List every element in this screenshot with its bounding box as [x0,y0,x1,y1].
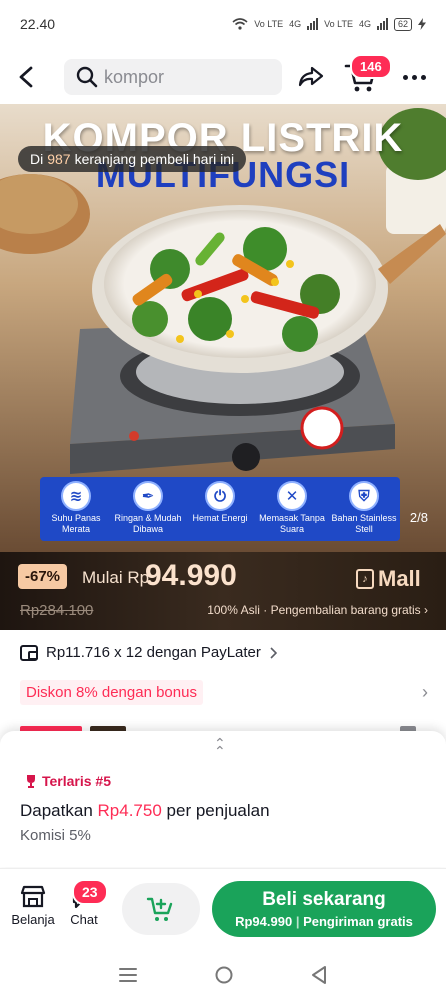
search-icon [76,66,98,88]
bottom-action-bar: Belanja Chat 23 Beli sekarang Rp94.990 |… [0,868,446,950]
mute-icon: ✕ [277,481,307,511]
current-price: 94.990 [145,559,237,592]
buyers-suffix: keranjang pembeli hari ini [74,151,235,167]
discount-badge: -67% [18,564,68,589]
more-options-button[interactable] [398,64,430,90]
original-price: Rp284.100 [20,602,94,619]
bonus-discount-row[interactable]: Diskon 8% dengan bonus › [20,680,430,708]
search-input[interactable]: kompor [64,59,282,95]
paylater-row[interactable]: Rp11.716 x 12 dengan PayLater [20,644,277,661]
bonus-discount-tag: Diskon 8% dengan bonus [20,680,203,705]
battery-icon: 62 [393,17,412,31]
status-bar: 22.40 Vo LTE 4G Vo LTE 4G 62 [0,0,446,48]
more-dot-icon [402,74,408,80]
price-bar: -67% Mulai Rp 94.990 ♪ Mall Rp284.100 10… [0,552,446,630]
add-to-cart-icon [146,897,173,921]
chevron-right-icon: › [422,682,428,702]
buy-shipping: Pengiriman gratis [303,914,413,929]
feature-item: ≋ Suhu Panas Merata [42,481,110,535]
bestseller-rank: Terlaris #5 [24,773,111,789]
network-type-1: 4G [289,19,302,29]
chevron-right-icon [270,646,277,659]
buyers-today-pill: Di 987 keranjang pembeli hari ini [18,146,247,172]
feature-label: Memasak Tanpa Suara [259,513,325,534]
commission-suffix: per penjualan [166,801,270,820]
shop-button[interactable]: Belanja [8,885,58,933]
back-triangle-icon[interactable] [310,965,328,985]
signal-icon-2 [376,18,388,30]
status-time: 22.40 [20,16,56,32]
price-prefix: Mulai Rp [82,568,150,587]
guarantee-link[interactable]: 100% Asli · Pengembalian barang gratis › [207,603,428,617]
separator: | [295,914,300,929]
commission-line: Dapatkan Rp4.750 per penjualan [20,801,270,821]
chat-label: Chat [70,912,98,927]
add-to-cart-button[interactable] [122,883,200,935]
feature-label: Suhu Panas Merata [51,513,101,534]
buy-price: Rp94.990 [235,914,293,929]
feature-label: Hemat Energi [192,513,248,523]
buyers-count: 987 [47,151,71,167]
buy-now-button[interactable]: Beli sekarang Rp94.990 | Pengiriman grat… [212,881,436,937]
feature-strip: ≋ Suhu Panas Merata ✒ Ringan & Mudah Dib… [40,477,400,541]
network-label-1: Vo LTE [254,18,284,29]
store-icon [20,885,46,908]
recent-apps-icon[interactable] [118,966,138,984]
wifi-icon [232,18,248,30]
network-label-2: Vo LTE [324,18,353,29]
trophy-icon [27,775,35,788]
rank-label: Terlaris #5 [42,773,112,789]
feature-label: Bahan Stainless Stell [331,513,397,534]
buyers-prefix: Di [30,151,44,167]
system-nav-bar [0,950,446,1000]
share-button[interactable] [296,62,326,92]
paylater-text: Rp11.716 x 12 dengan PayLater [46,644,261,661]
energy-icon: ⏻ [205,481,235,511]
feature-item: ⏻ Hemat Energi [186,481,254,524]
buy-now-label: Beli sekarang [262,889,386,910]
wallet-icon [20,644,38,661]
signal-icon [307,18,319,30]
chat-count-badge: 23 [72,879,108,905]
more-dot-icon [420,74,426,80]
feature-item: ✒ Ringan & Mudah Dibawa [114,481,182,535]
commission-rate: Komisi 5% [20,827,91,844]
feature-item: ✕ Memasak Tanpa Suara [258,481,326,535]
affiliate-commission-sheet[interactable]: ⌃ ⌃ Terlaris #5 Dapatkan Rp4.750 per penj… [0,731,446,867]
back-arrow-icon [19,66,33,88]
commission-prefix: Dapatkan [20,801,93,820]
commission-amount: Rp4.750 [97,801,162,820]
buy-now-subtitle: Rp94.990 | Pengiriman gratis [212,914,436,929]
charging-icon [418,18,426,30]
status-icons: Vo LTE 4G Vo LTE 4G 62 [232,17,426,31]
top-nav: kompor 146 [0,52,446,102]
network-type-2: 4G [358,19,371,29]
feather-icon: ✒ [133,481,163,511]
carousel-page-indicator: 2/8 [409,510,428,525]
cart-count-badge: 146 [350,54,392,79]
back-button[interactable] [12,60,40,94]
mall-badge: ♪ Mall [356,566,421,592]
feature-item: ⛨ Bahan Stainless Stell [330,481,398,535]
feature-label: Ringan & Mudah Dibawa [114,513,182,534]
heat-icon: ≋ [61,481,91,511]
shield-icon: ⛨ [349,481,379,511]
more-dot-icon [411,74,417,80]
mall-label: Mall [378,566,421,591]
shop-label: Belanja [11,912,55,927]
home-icon[interactable] [214,965,234,985]
chevron-up-icon[interactable]: ⌃ ⌃ [214,736,226,758]
tiktok-bag-icon: ♪ [356,569,374,589]
search-text: kompor [104,66,165,87]
product-image-carousel[interactable]: KOMPOR LISTRIK MULTIFUNGSI Di 987 keranj… [0,104,446,552]
share-icon [298,66,324,87]
